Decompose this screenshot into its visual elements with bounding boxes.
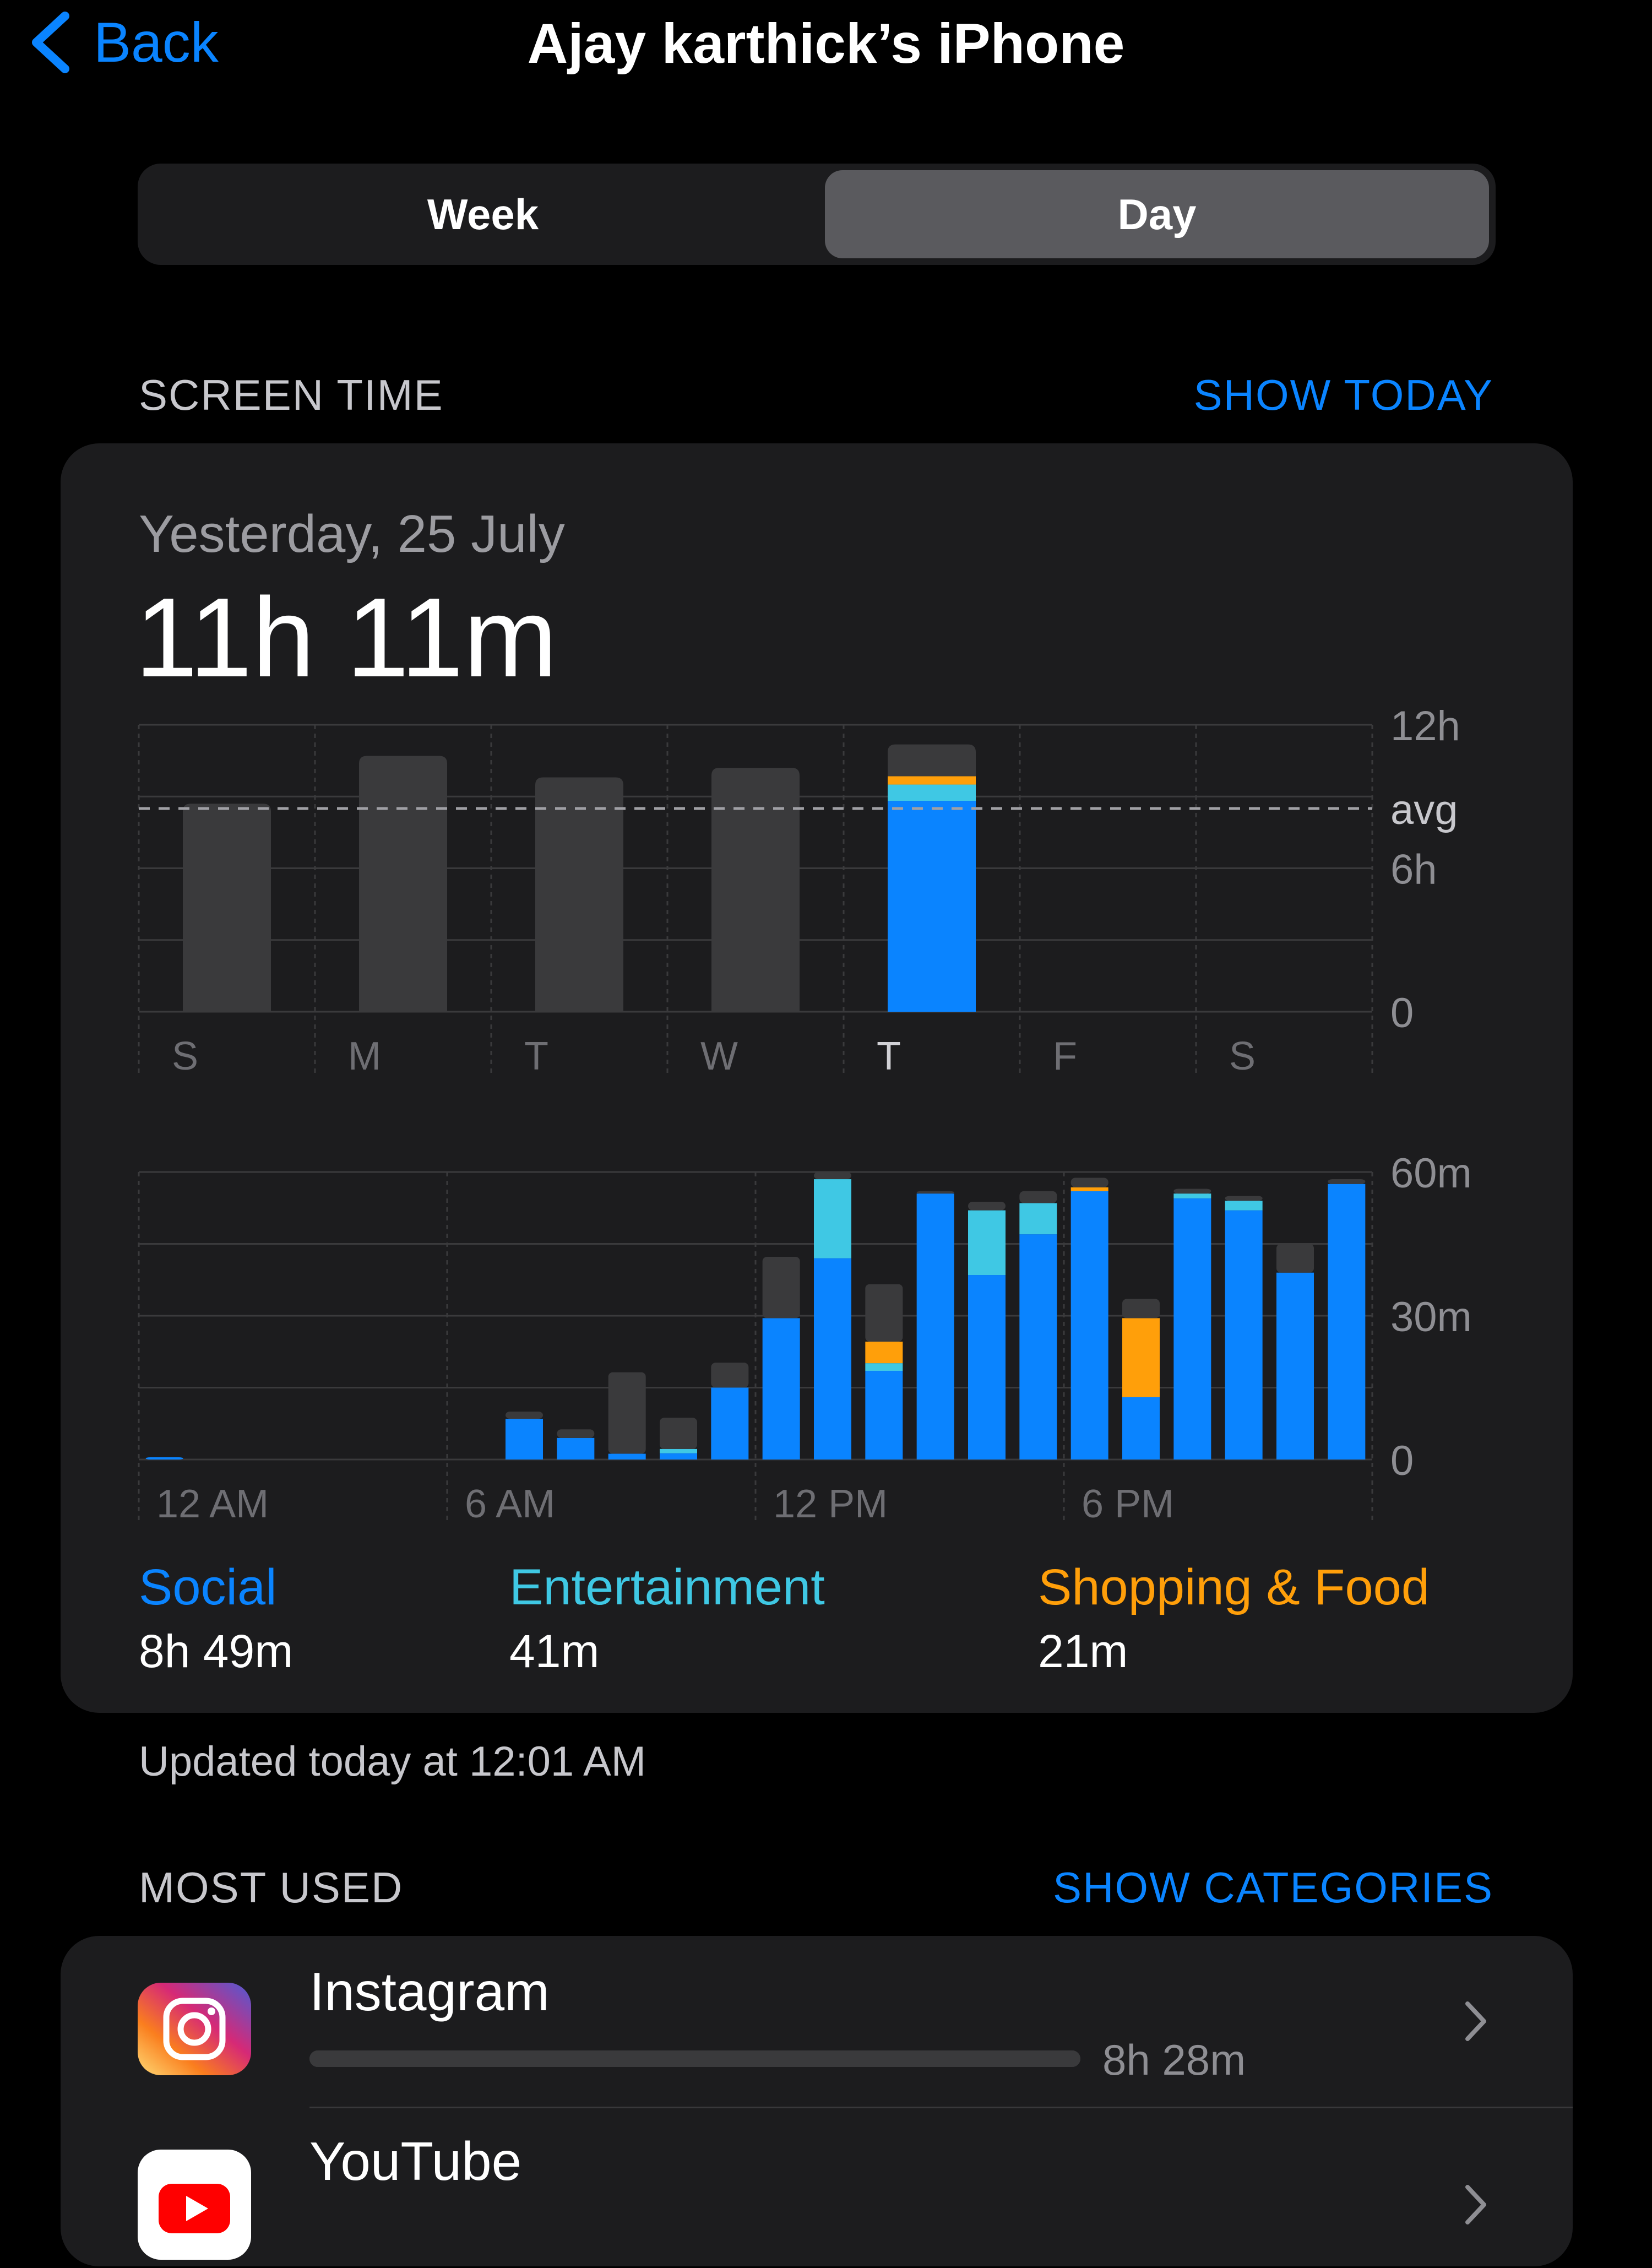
hour-bar-entertainment [814,1179,851,1258]
hour-x-label: 6 PM [1082,1482,1174,1526]
hour-bar-social [1276,1272,1314,1459]
hour-y-tick: 0 [1390,1437,1414,1484]
hour-bar-social [1173,1198,1211,1459]
hour-bar-social [608,1453,646,1459]
hour-bar-social [916,1193,954,1459]
hour-bar-social [865,1371,903,1459]
hour-bar-other [660,1418,697,1449]
hour-bar-entertainment [1019,1203,1057,1235]
app-row-instagram[interactable]: Instagram 8h 28m [61,1936,1573,2107]
hour-bar-social [1019,1234,1057,1459]
hour-bar-other [968,1201,1006,1211]
hour-bar-entertainment [968,1210,1006,1276]
hour-bar-social [762,1318,800,1459]
hour-bar-social [1122,1397,1160,1459]
hour-bar-other [1328,1179,1366,1184]
hour-bar-social [814,1258,851,1459]
hourly-chart[interactable]: 12 AM 6 AM 12 PM 6 PM 60m 30m 0 [0,0,1652,1542]
app-name-instagram: Instagram [309,1961,550,2022]
category-social-label: Social [139,1559,277,1615]
hour-bar-social [1070,1191,1108,1459]
hour-x-label: 6 AM [465,1482,555,1526]
most-used-list: Instagram 8h 28m YouTube [61,1936,1573,2266]
hour-bar-other [814,1172,851,1180]
hour-bar-other [506,1412,543,1419]
usage-bar-fill [309,2050,1080,2067]
hour-bar-social [506,1419,543,1459]
category-entertainment-label: Entertainment [509,1559,825,1615]
hour-bar-other [1122,1299,1160,1319]
usage-bar-track [309,2050,1080,2067]
category-entertainment-value: 41m [509,1625,600,1677]
updated-label: Updated today at 12:01 AM [139,1738,646,1785]
hour-bar-social [1328,1184,1366,1459]
hour-bar-shopping-food [1070,1187,1108,1191]
app-row-youtube[interactable]: YouTube [61,2108,1573,2268]
chevron-right-icon [1465,2185,1486,2224]
hour-bar-entertainment [660,1448,697,1453]
hour-bar-other [1276,1244,1314,1273]
hour-bar-social [660,1453,697,1459]
app-name-youtube: YouTube [309,2131,522,2191]
hour-y-tick: 60m [1390,1150,1472,1197]
app-time-instagram: 8h 28m [1102,2036,1246,2084]
show-categories-link[interactable]: SHOW CATEGORIES [936,1863,1493,1913]
youtube-icon [138,2150,251,2260]
hour-bar-other [1019,1191,1057,1203]
instagram-icon [138,1983,251,2075]
hour-bar-entertainment [1225,1201,1263,1211]
hour-bar-other [711,1363,749,1388]
hour-bar-social [1225,1210,1263,1459]
hour-bar-entertainment [865,1363,903,1371]
hour-bar-social [557,1437,595,1459]
category-shopping-value: 21m [1038,1625,1128,1677]
hour-bar-other [1173,1189,1211,1194]
hour-bar-social [711,1387,749,1459]
hour-bar-shopping-food [865,1341,903,1364]
hour-x-label: 12 AM [156,1482,269,1526]
hour-bar-other [1070,1178,1108,1187]
hour-y-tick: 30m [1390,1294,1472,1341]
hour-bar-other [865,1284,903,1342]
hour-bar-other [608,1372,646,1454]
hour-bar-other [557,1429,595,1438]
hour-bar-other [916,1191,954,1194]
hour-bar-social [968,1275,1006,1459]
hour-bar-entertainment [1173,1193,1211,1198]
category-shopping-label: Shopping & Food [1038,1559,1430,1615]
category-social-value: 8h 49m [139,1625,294,1677]
hour-bar-other [1225,1196,1263,1201]
hour-bar-shopping-food [1122,1318,1160,1397]
chevron-right-icon [1465,2001,1486,2041]
hour-x-label: 12 PM [773,1482,888,1526]
most-used-header: MOST USED [139,1863,404,1912]
hour-bar-other [762,1256,800,1319]
hour-bar-social [145,1457,183,1459]
